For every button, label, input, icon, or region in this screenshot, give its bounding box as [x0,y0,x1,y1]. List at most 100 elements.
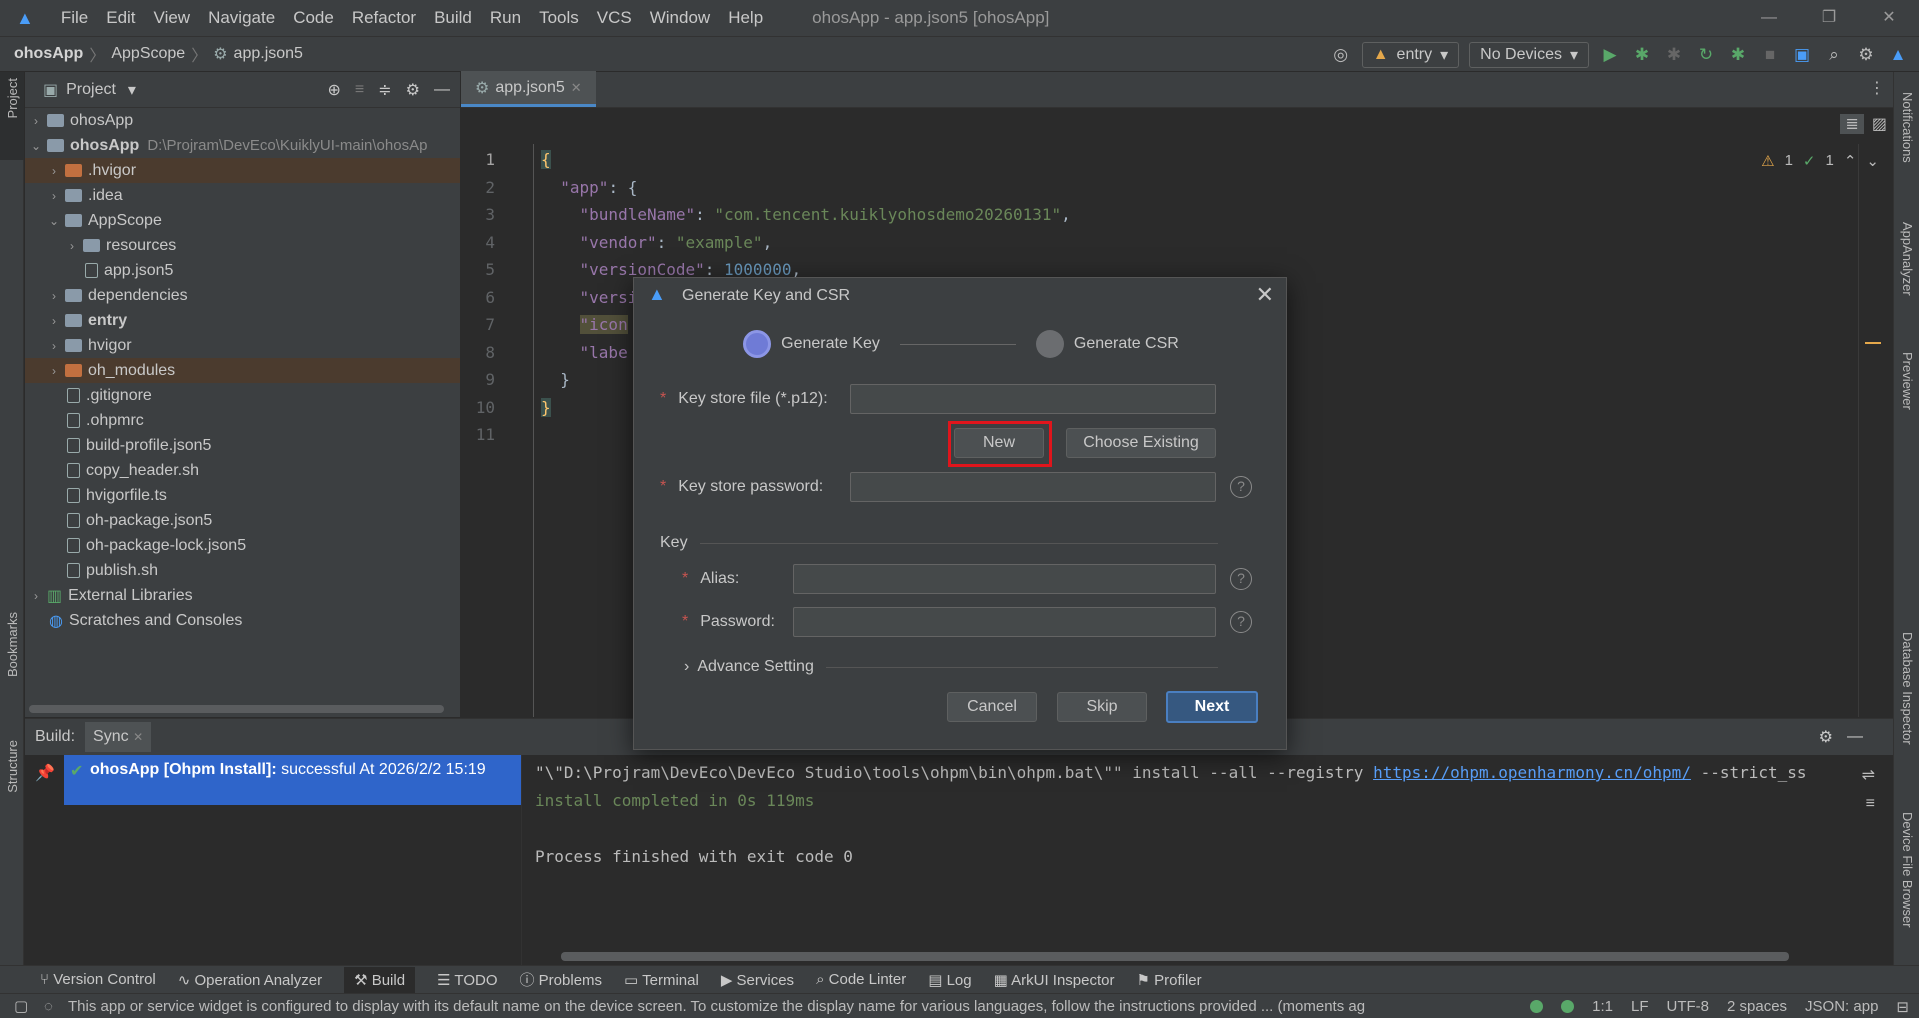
menu-code[interactable]: Code [284,8,343,28]
tool-tab-todo[interactable]: ☰ TODO [437,971,497,989]
tool-tab-code-linter[interactable]: ⌕ Code Linter [816,971,906,988]
caret-position[interactable]: 1:1 [1592,998,1613,1015]
menu-window[interactable]: Window [641,8,719,28]
collapse-all-icon[interactable]: ≑ [378,80,391,100]
tree-node-entry[interactable]: › entry [25,308,460,333]
menu-navigate[interactable]: Navigate [199,8,284,28]
image-view-icon[interactable]: ▨ [1872,114,1887,134]
tree-node-app-json5[interactable]: app.json5 [25,258,460,283]
help-icon[interactable]: ? [1230,476,1252,498]
soft-wrap-icon[interactable]: ⇌ [1862,765,1875,785]
registry-link[interactable]: https://ohpm.openharmony.cn/ohpm/ [1373,763,1691,782]
indent-setting[interactable]: 2 spaces [1727,998,1787,1015]
tree-node-oh-package[interactable]: oh-package.json5 [25,508,460,533]
build-task-row[interactable]: ✔ ohosApp [Ohpm Install]: successful At … [64,755,521,805]
tree-node-scratches[interactable]: ◍ Scratches and Consoles [25,608,460,633]
device-select[interactable]: No Devices ▾ [1469,42,1589,68]
close-tab-icon[interactable]: ✕ [571,80,582,96]
tool-tab-log[interactable]: ▤ Log [928,971,971,989]
tree-node-hvigorfile[interactable]: hvigorfile.ts [25,483,460,508]
tab-sync[interactable]: Sync ✕ [85,722,152,752]
alias-input[interactable] [793,564,1216,594]
choose-existing-button[interactable]: Choose Existing [1066,428,1216,458]
project-structure-icon[interactable]: ▣ [1791,45,1813,65]
file-encoding[interactable]: UTF-8 [1667,998,1710,1015]
maximize-icon[interactable]: ❐ [1799,0,1859,36]
tree-node-ohpmrc[interactable]: .ohpmrc [25,408,460,433]
key-password-input[interactable] [793,607,1216,637]
search-icon[interactable]: ⌕ [1823,45,1845,65]
advance-setting-toggle[interactable]: › Advance Setting [684,658,814,676]
chevron-down-icon[interactable]: ▾ [128,80,136,100]
keystore-password-input[interactable] [850,472,1216,502]
menu-refactor[interactable]: Refactor [343,8,425,28]
notifications-tool-button[interactable]: Notifications [1900,92,1915,163]
line-separator[interactable]: LF [1631,998,1649,1015]
project-panel-title[interactable]: Project [66,81,116,99]
tree-node-root[interactable]: › ohosApp [25,108,460,133]
menu-edit[interactable]: Edit [97,8,144,28]
database-inspector-tool-button[interactable]: Database Inspector [1900,632,1915,745]
toggle-tool-windows-icon[interactable]: ▢ [14,997,28,1015]
tool-tab-terminal[interactable]: ▭ Terminal [624,971,699,989]
menu-vcs[interactable]: VCS [588,8,641,28]
tree-node-oh-package-lock[interactable]: oh-package-lock.json5 [25,533,460,558]
more-options-icon[interactable]: ⋮ [1869,78,1885,98]
tool-tab-services[interactable]: ▶ Services [721,971,794,989]
close-window-icon[interactable]: ✕ [1859,0,1919,36]
hide-panel-icon[interactable]: — [1847,728,1863,746]
help-icon[interactable]: ? [1230,568,1252,590]
minimize-icon[interactable]: — [1739,0,1799,36]
profile-icon[interactable]: ✱ [1727,45,1749,65]
pin-icon[interactable]: 📌 [35,763,55,783]
json-schema[interactable]: JSON: app [1805,998,1878,1015]
structure-tool-button[interactable]: Structure [5,740,20,793]
run-config-select[interactable]: ▲ entry ▾ [1361,42,1460,68]
status-message[interactable]: This app or service widget is configured… [68,998,1488,1015]
tree-node-build-profile[interactable]: build-profile.json5 [25,433,460,458]
horizontal-scrollbar[interactable] [561,952,1789,961]
bookmarks-tool-button[interactable]: Bookmarks [5,612,20,677]
cancel-button[interactable]: Cancel [947,692,1037,722]
tab-app-json5[interactable]: ⚙ app.json5 ✕ [461,71,596,107]
tree-node-appscope[interactable]: ⌄ AppScope [25,208,460,233]
breadcrumb-project[interactable]: ohosApp [14,45,83,63]
tree-node-external-libraries[interactable]: › ▥ External Libraries [25,583,460,608]
status-ok-icon[interactable] [1561,1000,1575,1013]
tree-node-root-open[interactable]: ⌄ ohosApp D:\Projram\DevEco\KuiklyUI-main\… [25,133,460,158]
lock-icon[interactable]: ⊟ [1896,998,1909,1016]
attach-debugger-icon[interactable]: ✱ [1663,45,1685,65]
tree-node-resources[interactable]: › resources [25,233,460,258]
tool-tab-operation-analyzer[interactable]: ∿ Operation Analyzer [178,971,322,989]
tree-node-hvigor[interactable]: › hvigor [25,333,460,358]
locate-icon[interactable]: ⊕ [328,80,341,100]
tool-tab-profiler[interactable]: ⚑ Profiler [1137,971,1202,989]
skip-button[interactable]: Skip [1057,692,1147,722]
project-tool-button[interactable]: Project [5,78,20,118]
previewer-tool-button[interactable]: Previewer [1900,352,1915,410]
menu-view[interactable]: View [145,8,200,28]
horizontal-scrollbar[interactable] [29,705,444,713]
filter-icon[interactable]: ≡ [1866,795,1875,813]
debug-icon[interactable]: ✱ [1631,45,1653,65]
tree-node-hvigor-dir[interactable]: › .hvigor [25,158,460,183]
tool-tab-build[interactable]: ⚒ Build [344,966,416,993]
keystore-file-input[interactable] [850,384,1216,414]
menu-build[interactable]: Build [425,8,481,28]
target-icon[interactable]: ◎ [1330,45,1352,65]
run-icon[interactable]: ▶ [1599,45,1621,65]
menu-file[interactable]: File [52,8,97,28]
tree-node-copy-header[interactable]: copy_header.sh [25,458,460,483]
apply-changes-icon[interactable]: ↻ [1695,45,1717,65]
tree-node-idea[interactable]: › .idea [25,183,460,208]
stop-icon[interactable]: ■ [1759,45,1781,65]
status-ok-icon[interactable] [1530,1000,1544,1013]
breadcrumb-file[interactable]: app.json5 [234,45,303,63]
tool-tab-problems[interactable]: ⓘ Problems [519,969,602,990]
close-icon[interactable]: ✕ [1256,282,1274,308]
ide-logo-icon[interactable]: ▲ [1887,45,1909,65]
settings-icon[interactable]: ⚙ [1855,45,1877,65]
tree-node-dependencies[interactable]: › dependencies [25,283,460,308]
tool-tab-arkui-inspector[interactable]: ▦ ArkUI Inspector [994,971,1115,989]
menu-tools[interactable]: Tools [530,8,588,28]
